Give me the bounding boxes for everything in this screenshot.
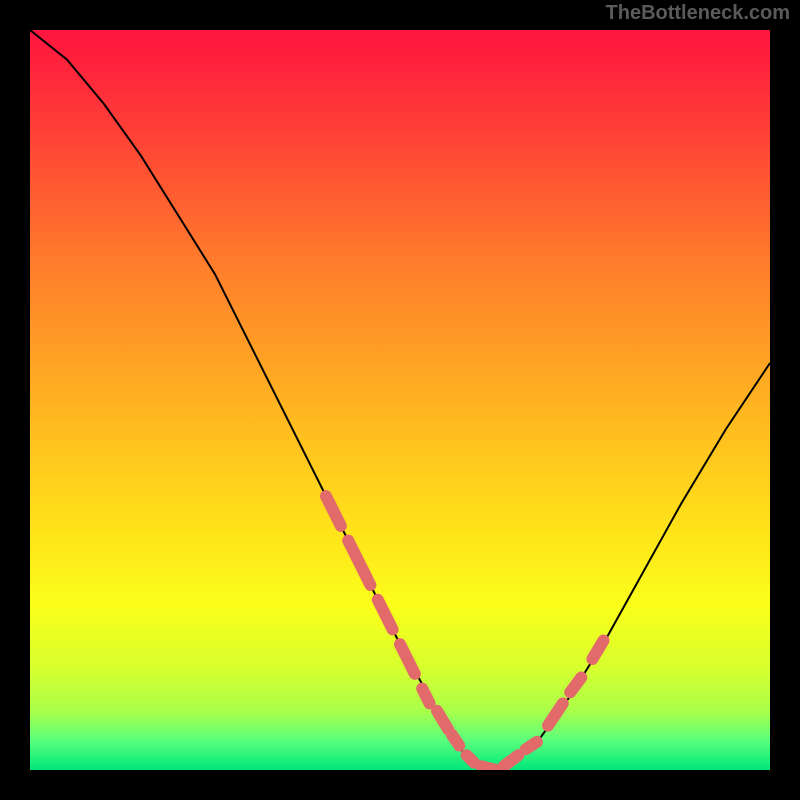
highlight-dash xyxy=(526,742,537,749)
highlight-dash xyxy=(467,755,474,762)
highlight-dash xyxy=(326,496,341,526)
bottleneck-curve-line xyxy=(30,30,770,770)
highlight-dash xyxy=(548,703,563,725)
highlight-dashes xyxy=(326,496,604,770)
highlight-dash xyxy=(348,541,370,585)
highlight-dash xyxy=(437,711,448,730)
highlight-dash xyxy=(400,644,415,674)
highlight-dash xyxy=(481,766,496,770)
highlight-dash xyxy=(592,641,603,660)
highlight-dash xyxy=(422,689,429,704)
highlight-dash xyxy=(452,735,459,746)
chart-plot-area xyxy=(30,30,770,770)
chart-svg xyxy=(30,30,770,770)
highlight-dash xyxy=(570,678,581,693)
highlight-dash xyxy=(504,755,519,766)
highlight-dash xyxy=(378,600,393,630)
watermark-text: TheBottleneck.com xyxy=(606,2,790,25)
